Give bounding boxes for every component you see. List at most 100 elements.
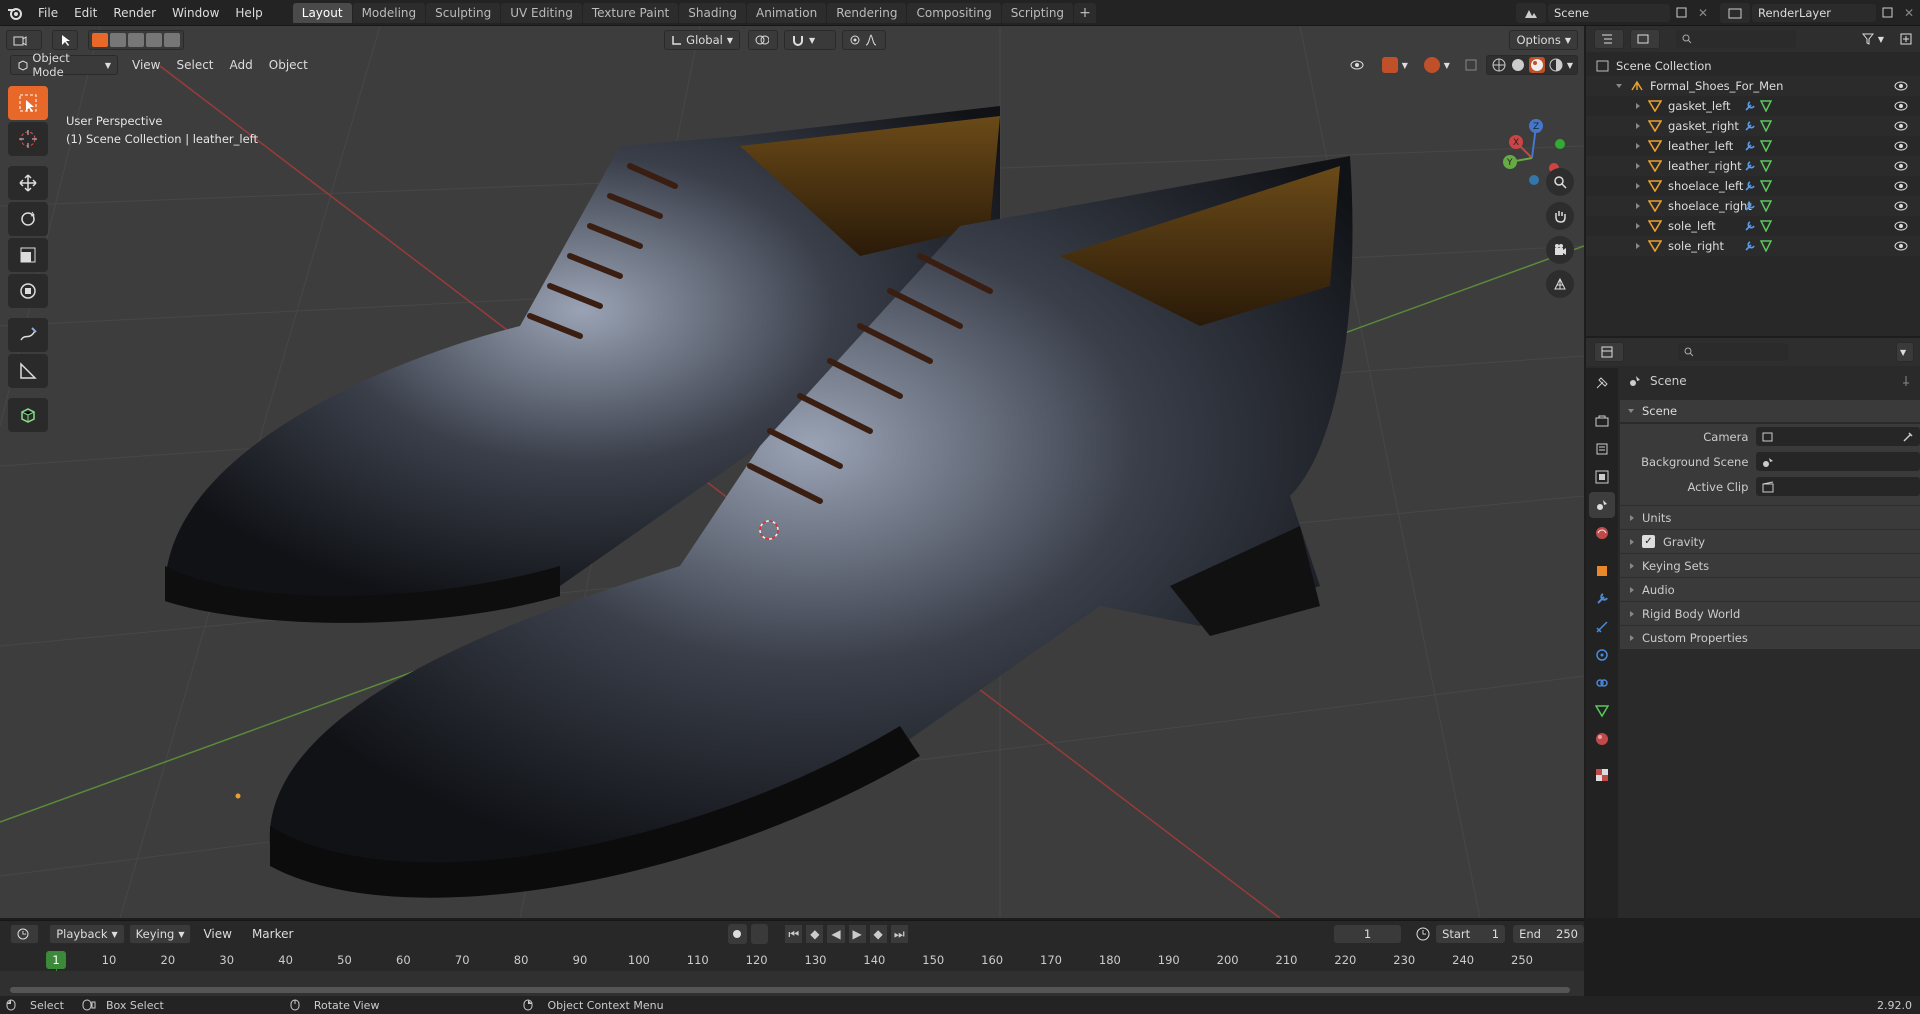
move-tool[interactable] (8, 166, 48, 200)
outliner-row-collection[interactable]: Formal_Shoes_For_Men (1586, 76, 1920, 96)
modifier-wrench-icon[interactable] (1744, 140, 1756, 152)
jump-keyframe-forward-icon[interactable]: ◆ (869, 925, 887, 943)
current-frame-field[interactable]: 1 (1333, 925, 1402, 943)
subtract-selection-icon[interactable] (128, 33, 144, 47)
scale-tool[interactable] (8, 238, 48, 272)
rendered-shading-icon[interactable] (1548, 57, 1564, 73)
menu-view[interactable]: View (124, 58, 168, 72)
play-reverse-icon[interactable]: ◀ (827, 925, 845, 943)
select-mode-tweak-icon[interactable] (52, 30, 78, 50)
mesh-data-icon[interactable] (1760, 160, 1772, 172)
menu-select[interactable]: Select (168, 58, 221, 72)
visibility-eye-icon[interactable] (1894, 221, 1908, 231)
gravity-panel-header[interactable]: ✓ Gravity (1620, 529, 1920, 553)
add-workspace-button[interactable]: + (1074, 2, 1096, 23)
gizmo-toggle[interactable]: ▼ (1376, 55, 1414, 75)
xray-toggle-icon[interactable] (1460, 55, 1482, 75)
modifier-wrench-icon[interactable] (1744, 220, 1756, 232)
new-scene-icon[interactable] (1670, 3, 1692, 23)
modifier-wrench-icon[interactable] (1744, 100, 1756, 112)
shading-mode-group[interactable]: ▼ (1485, 55, 1578, 75)
properties-editor-type[interactable] (1594, 342, 1624, 362)
properties-options-dropdown[interactable]: ▼ (1896, 342, 1914, 362)
scene-panel-header[interactable]: Scene (1620, 400, 1920, 422)
expand-triangle-icon[interactable] (1636, 203, 1640, 209)
properties-search-input[interactable] (1678, 343, 1788, 361)
tab-sculpting[interactable]: Sculpting (426, 2, 501, 23)
menu-object[interactable]: Object (261, 58, 316, 72)
scene-name-field[interactable]: Scene (1548, 3, 1670, 22)
menu-add[interactable]: Add (222, 58, 261, 72)
blender-logo-icon[interactable] (0, 0, 30, 26)
visibility-eye-icon[interactable] (1894, 121, 1908, 131)
tab-rendering[interactable]: Rendering (827, 2, 907, 23)
outliner-search-input[interactable] (1676, 30, 1796, 48)
mesh-data-icon[interactable] (1760, 220, 1772, 232)
object-mode-dropdown[interactable]: Object Mode ▼ (10, 51, 118, 79)
units-panel-header[interactable]: Units (1620, 505, 1920, 529)
measure-tool[interactable] (8, 354, 48, 388)
object-tab-icon[interactable] (1589, 558, 1615, 584)
outliner-object-row[interactable]: shoelace_right (1586, 196, 1920, 216)
expand-triangle-icon[interactable] (1636, 163, 1640, 169)
modifier-wrench-icon[interactable] (1744, 120, 1756, 132)
outliner-object-row[interactable]: gasket_right (1586, 116, 1920, 136)
timeline-menu-view[interactable]: View (195, 927, 239, 941)
cursor-tool[interactable] (8, 122, 48, 156)
playback-dropdown[interactable]: Playback ▼ (49, 924, 125, 944)
tab-compositing[interactable]: Compositing (907, 2, 1001, 23)
audio-panel-header[interactable]: Audio (1620, 577, 1920, 601)
transform-orientation-dropdown[interactable]: Global ▼ (664, 30, 740, 50)
visibility-eye-icon[interactable] (1894, 181, 1908, 191)
outliner-object-row[interactable]: sole_right (1586, 236, 1920, 256)
menu-edit[interactable]: Edit (66, 0, 105, 26)
visibility-eye-icon[interactable] (1894, 201, 1908, 211)
tab-animation[interactable]: Animation (747, 2, 827, 23)
mesh-data-icon[interactable] (1760, 140, 1772, 152)
tab-shading[interactable]: Shading (679, 2, 746, 23)
render-layer-selector-icon[interactable] (1720, 2, 1750, 23)
visibility-eye-icon[interactable] (1894, 161, 1908, 171)
expand-triangle-icon[interactable] (1636, 103, 1640, 109)
annotate-tool[interactable] (8, 318, 48, 352)
outliner-object-row[interactable]: leather_right (1586, 156, 1920, 176)
menu-help[interactable]: Help (227, 0, 270, 26)
play-icon[interactable]: ▶ (848, 925, 866, 943)
3d-viewport[interactable]: User Perspective (1) Scene Collection | … (0, 26, 1584, 918)
snap-toggle[interactable]: ▼ (784, 30, 836, 50)
delete-scene-icon[interactable]: ✕ (1692, 3, 1714, 23)
expand-triangle-icon[interactable] (1636, 243, 1640, 249)
selection-mode-group[interactable] (88, 30, 184, 50)
zoom-icon[interactable] (1546, 168, 1574, 196)
intersect-selection-icon[interactable] (164, 33, 180, 47)
constraints-tab-icon[interactable] (1589, 670, 1615, 696)
delete-render-layer-icon[interactable]: ✕ (1898, 3, 1920, 23)
expand-triangle-icon[interactable] (1636, 223, 1640, 229)
particles-tab-icon[interactable] (1589, 614, 1615, 640)
jump-start-icon[interactable]: ⏮ (785, 925, 803, 943)
visibility-eye-icon[interactable] (1894, 141, 1908, 151)
expand-triangle-icon[interactable] (1636, 123, 1640, 129)
eyedropper-icon[interactable] (1902, 431, 1914, 443)
render-layer-field[interactable]: RenderLayer (1752, 3, 1876, 22)
outliner-object-row[interactable]: leather_left (1586, 136, 1920, 156)
add-cube-tool[interactable] (8, 398, 48, 432)
start-frame-field[interactable]: Start 1 (1436, 925, 1506, 943)
editor-type-selector[interactable] (6, 30, 42, 50)
pin-icon[interactable] (1896, 375, 1916, 387)
timeline-track[interactable] (0, 971, 1584, 997)
outliner-object-row[interactable]: shoelace_left (1586, 176, 1920, 196)
tab-layout[interactable]: Layout (292, 2, 352, 23)
outliner-editor-type[interactable] (1594, 29, 1624, 49)
use-preview-range-icon[interactable] (1413, 924, 1432, 944)
background-scene-field[interactable] (1756, 452, 1920, 471)
camera-view-icon[interactable] (1546, 236, 1574, 264)
material-preview-shading-icon[interactable] (1528, 57, 1545, 73)
record-keyframes-icon[interactable] (727, 924, 747, 944)
visibility-eye-icon[interactable] (1894, 101, 1908, 111)
auto-keying-options-icon[interactable] (750, 924, 768, 944)
tool-tab-icon[interactable] (1589, 370, 1615, 396)
rigid-body-world-panel-header[interactable]: Rigid Body World (1620, 601, 1920, 625)
new-collection-icon[interactable] (1896, 29, 1916, 49)
options-dropdown[interactable]: Options ▼ (1509, 30, 1578, 50)
